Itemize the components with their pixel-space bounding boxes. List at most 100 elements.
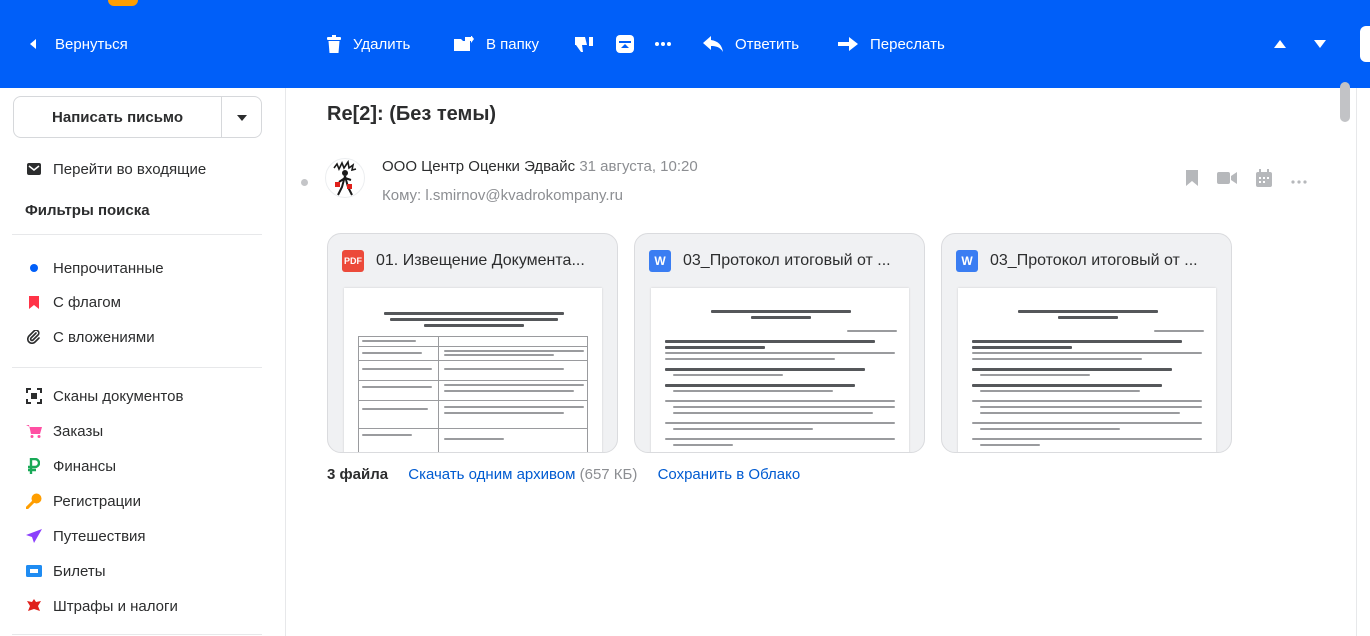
filters-heading: Фильтры поиска: [25, 202, 150, 219]
unread-dot-icon: [25, 259, 43, 277]
read-status-dot[interactable]: [301, 179, 308, 186]
attachment-filename: 03_Протокол итоговый от ...: [990, 252, 1198, 269]
message-date: 31 августа, 10:20: [579, 158, 698, 175]
toolbar: Вернуться Удалить В папку Ответить Перес…: [0, 0, 1370, 88]
more-dots-icon: [1291, 171, 1307, 189]
next-message-button[interactable]: [1313, 34, 1327, 54]
attachment-header: PDF 01. Извещение Документа...: [328, 234, 617, 288]
previous-message-button[interactable]: [1273, 34, 1287, 54]
category-finance[interactable]: Финансы: [25, 455, 116, 477]
envelope-icon: [25, 160, 43, 178]
category-travel[interactable]: Путешествия: [25, 525, 146, 547]
pdf-file-icon: PDF: [342, 250, 364, 272]
logo-fragment: [108, 0, 138, 6]
calendar-button[interactable]: [1256, 168, 1272, 192]
more-button[interactable]: [655, 34, 671, 54]
cart-icon: [25, 422, 43, 440]
compose-button[interactable]: Написать письмо: [14, 97, 222, 137]
attachments-footer: 3 файла Скачать одним архивом (657 КБ) С…: [327, 466, 800, 483]
attachment-filename: 03_Протокол итоговый от ...: [683, 252, 891, 269]
ruble-icon: [25, 457, 43, 475]
key-icon: [25, 492, 43, 510]
filter-unread[interactable]: Непрочитанные: [25, 257, 164, 279]
more-dots-icon: [655, 42, 671, 46]
message-subject: Re[2]: (Без темы): [327, 103, 497, 125]
video-call-button[interactable]: [1217, 171, 1237, 190]
divider: [12, 367, 262, 368]
paperclip-icon: [25, 328, 43, 346]
plane-icon: [25, 527, 43, 545]
archive-size: (657 КБ): [579, 466, 638, 483]
category-registrations-label: Регистрации: [53, 492, 141, 510]
spam-button[interactable]: [575, 34, 595, 54]
category-scans[interactable]: Сканы документов: [25, 385, 183, 407]
ticket-icon: [25, 562, 43, 580]
message-more-button[interactable]: [1291, 171, 1307, 189]
avatar[interactable]: [325, 158, 365, 198]
sidebar: Написать письмо Перейти во входящие Филь…: [0, 88, 286, 636]
back-arrow-icon: [28, 38, 38, 50]
attachment-preview: [651, 288, 909, 452]
video-camera-icon: [1217, 171, 1237, 190]
forward-arrow-icon: [838, 36, 858, 52]
to-folder-label: В папку: [486, 35, 539, 53]
bookmark-icon: [1186, 169, 1198, 191]
category-orders[interactable]: Заказы: [25, 420, 103, 442]
word-file-icon: W: [649, 250, 671, 272]
archive-button[interactable]: [616, 34, 634, 54]
delete-button[interactable]: Удалить: [327, 34, 410, 54]
archive-icon: [616, 35, 634, 53]
forward-label: Переслать: [870, 35, 945, 53]
attachment-filename: 01. Извещение Документа...: [376, 252, 585, 269]
sender-line: ООО Центр Оценки Эдвайс 31 августа, 10:2…: [382, 158, 698, 175]
scan-icon: [25, 387, 43, 405]
attachments-count: 3 файла: [327, 466, 389, 483]
reply-button[interactable]: Ответить: [703, 34, 799, 54]
save-to-cloud-link[interactable]: Сохранить в Облако: [658, 466, 801, 483]
scroll-track: [1356, 88, 1357, 636]
calendar-icon: [1256, 168, 1272, 192]
divider: [12, 234, 262, 235]
flag-icon: [25, 293, 43, 311]
back-button[interactable]: Вернуться: [28, 34, 128, 54]
back-label: Вернуться: [55, 35, 128, 53]
scrollbar-thumb[interactable]: [1340, 82, 1350, 122]
attachment-card[interactable]: W 03_Протокол итоговый от ...: [941, 233, 1232, 453]
bookmark-button[interactable]: [1186, 169, 1198, 191]
compose-dropdown-button[interactable]: [222, 97, 261, 137]
category-registrations[interactable]: Регистрации: [25, 490, 141, 512]
download-archive-link[interactable]: Скачать одним архивом: [408, 466, 575, 483]
forward-button[interactable]: Переслать: [838, 34, 945, 54]
category-tickets[interactable]: Билеты: [25, 560, 105, 582]
attachment-header: W 03_Протокол итоговый от ...: [942, 234, 1231, 288]
goto-inbox-link[interactable]: Перейти во входящие: [25, 158, 206, 180]
category-scans-label: Сканы документов: [53, 387, 184, 405]
trash-icon: [327, 35, 341, 53]
category-orders-label: Заказы: [53, 422, 104, 440]
message-actions: [1186, 168, 1326, 192]
category-fines-taxes[interactable]: Штрафы и налоги: [25, 595, 178, 617]
goto-inbox-label: Перейти во входящие: [53, 160, 207, 178]
category-travel-label: Путешествия: [53, 527, 146, 545]
category-finance-label: Финансы: [53, 457, 116, 475]
filter-flagged-label: С флагом: [53, 293, 121, 311]
category-fines-taxes-label: Штрафы и налоги: [53, 597, 178, 615]
chevron-down-icon: [236, 108, 247, 126]
sender-name[interactable]: ООО Центр Оценки Эдвайс: [382, 158, 575, 175]
compose-group: Написать письмо: [13, 96, 262, 138]
reply-label: Ответить: [735, 35, 800, 53]
attachment-card[interactable]: W 03_Протокол итоговый от ...: [634, 233, 925, 453]
recipient-line: Кому: l.smirnov@kvadrokompany.ru: [382, 187, 623, 204]
toolbar-edge-control[interactable]: [1360, 26, 1370, 62]
folder-move-icon: [454, 36, 474, 52]
reply-icon: [703, 36, 723, 52]
thumbs-down-icon: [575, 35, 595, 53]
attachment-card[interactable]: PDF 01. Извещение Документа...: [327, 233, 618, 453]
filter-flagged[interactable]: С флагом: [25, 291, 121, 313]
divider: [12, 634, 262, 635]
filter-attachments-label: С вложениями: [53, 328, 155, 346]
move-to-folder-button[interactable]: В папку: [454, 34, 539, 54]
attachment-preview: [344, 288, 602, 452]
filter-attachments[interactable]: С вложениями: [25, 326, 155, 348]
word-file-icon: W: [956, 250, 978, 272]
